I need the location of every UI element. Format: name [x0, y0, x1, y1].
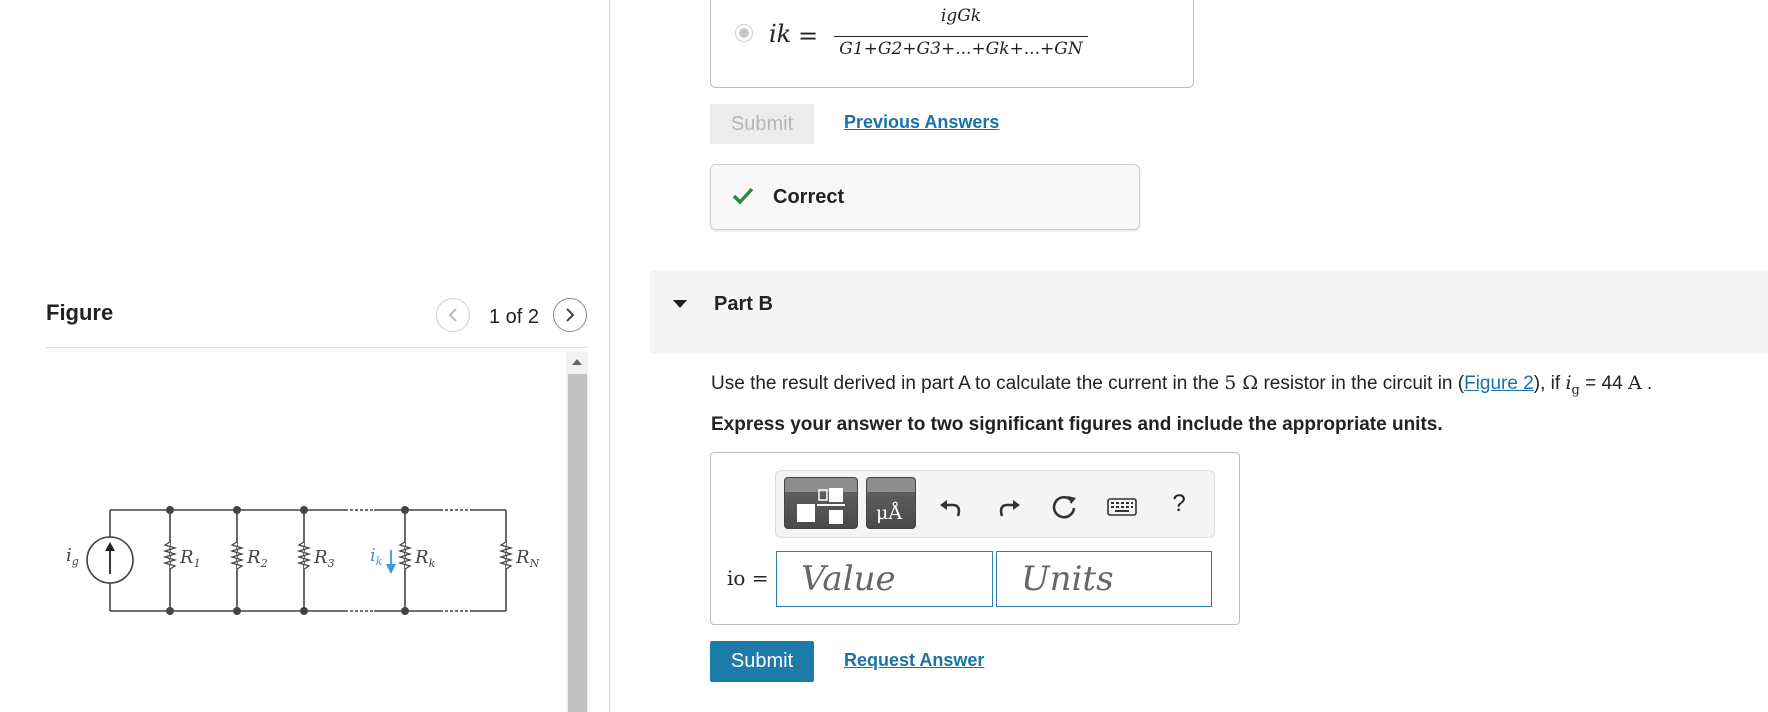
- question-end: .: [1646, 373, 1653, 394]
- help-button[interactable]: ?: [1164, 490, 1194, 518]
- svg-text:RN: RN: [515, 547, 540, 570]
- fraction-bar: [834, 36, 1088, 37]
- pane-divider: [609, 0, 610, 712]
- units-glyph: μÅ: [876, 502, 903, 524]
- svg-text:Rk: Rk: [414, 547, 436, 570]
- question-var-sub: g: [1571, 382, 1580, 398]
- rn-label-sub: N: [529, 557, 540, 570]
- next-figure-button[interactable]: [553, 298, 587, 332]
- source-label-sub: g: [72, 555, 79, 568]
- r2-label-sub: 2: [260, 557, 268, 570]
- keyboard-button[interactable]: [1106, 491, 1138, 523]
- rn-label: R: [515, 547, 530, 568]
- reset-button[interactable]: [1049, 491, 1081, 523]
- templates-button[interactable]: [784, 477, 858, 529]
- r3-label-sub: 3: [328, 557, 335, 570]
- part-b-submit-button[interactable]: Submit: [710, 641, 814, 682]
- r1-label-sub: 1: [194, 557, 201, 570]
- figure-divider: [46, 347, 588, 348]
- part-a-submit-button[interactable]: Submit: [710, 104, 814, 144]
- question-unit: A: [1627, 372, 1642, 394]
- keyboard-icon: [1107, 498, 1137, 516]
- circuit-diagram: ig R1 R2 R3 ik Rk RN: [66, 506, 540, 615]
- part-b-header[interactable]: [650, 270, 1768, 354]
- formula-denominator: G1+G2+G3+...+Gk+...+GN: [839, 39, 1083, 59]
- scroll-up-arrow-icon[interactable]: [566, 352, 588, 372]
- figure-2-link[interactable]: Figure 2: [1464, 373, 1534, 394]
- instruction-text: Express your answer to two significant f…: [711, 414, 1443, 435]
- rk-label: R: [414, 547, 429, 568]
- formula-equals: =: [798, 22, 819, 50]
- r2-label: R: [246, 547, 261, 568]
- svg-text:ig: ig: [66, 545, 79, 568]
- units-input[interactable]: [996, 551, 1212, 607]
- reset-icon: [1052, 495, 1076, 519]
- units-button[interactable]: μÅ: [866, 477, 916, 529]
- previous-answers-link[interactable]: Previous Answers: [844, 112, 999, 133]
- rk-label-sub: k: [429, 557, 436, 570]
- answer-radio[interactable]: [735, 24, 753, 42]
- question-text: Use the result derived in part A to calc…: [711, 372, 1652, 398]
- answer-variable-label: io =: [727, 566, 769, 590]
- question-value: = 44: [1585, 373, 1623, 394]
- undo-button[interactable]: [935, 491, 967, 523]
- value-input[interactable]: [776, 551, 993, 607]
- question-middle: resistor in the circuit in (: [1263, 373, 1465, 394]
- fraction-template-icon: [797, 488, 845, 524]
- figure-title: Figure: [46, 300, 114, 325]
- chevron-left-icon: [448, 308, 457, 322]
- redo-button[interactable]: [993, 491, 1025, 523]
- svg-text:R3: R3: [313, 547, 335, 570]
- r1-label: R: [179, 547, 194, 568]
- undo-icon: [940, 500, 961, 517]
- feedback-text: Correct: [773, 186, 845, 208]
- r3-label: R: [313, 547, 328, 568]
- caret-down-icon[interactable]: [672, 298, 688, 310]
- previous-figure-button[interactable]: [436, 298, 470, 332]
- question-after-link: ), if: [1533, 373, 1561, 394]
- svg-text:R2: R2: [246, 547, 268, 570]
- redo-icon: [999, 500, 1020, 517]
- svg-text:R1: R1: [179, 547, 201, 570]
- figure-page-indicator: 1 of 2: [489, 306, 540, 328]
- question-prefix: Use the result derived in part A to calc…: [711, 373, 1220, 394]
- checkmark-icon: [732, 187, 754, 205]
- chevron-right-icon: [566, 308, 575, 322]
- request-answer-link[interactable]: Request Answer: [844, 650, 984, 671]
- scrollbar-thumb[interactable]: [568, 374, 587, 712]
- formula-lhs: ik: [769, 20, 792, 48]
- ik-label-sub: k: [376, 555, 383, 568]
- svg-text:ik: ik: [370, 545, 383, 568]
- part-b-title: Part B: [714, 293, 773, 315]
- formula-numerator: igGk: [940, 6, 982, 26]
- question-resistance: 5 Ω: [1224, 372, 1259, 394]
